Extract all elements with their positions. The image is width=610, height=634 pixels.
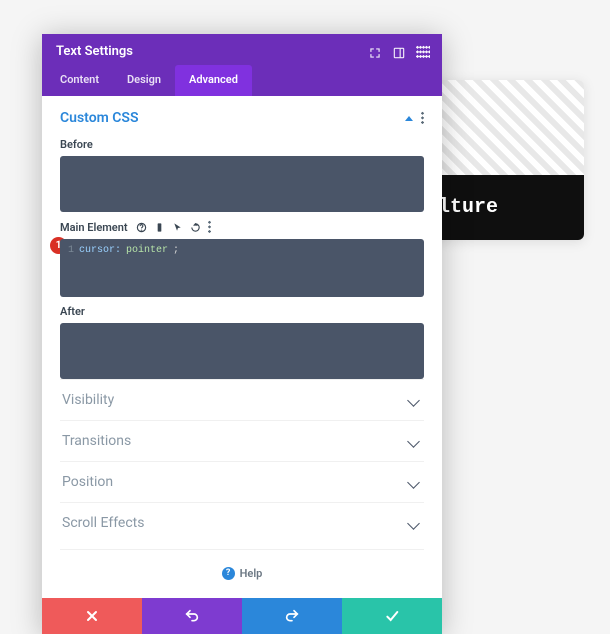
collapse-icon[interactable] [405,116,413,121]
main-label-row: Main Element [60,220,424,234]
help-tooltip-icon[interactable] [136,222,147,233]
before-label: Before [60,138,424,151]
field-more-icon[interactable] [208,220,211,234]
section-visibility[interactable]: Visibility [60,379,424,420]
after-css-input[interactable] [60,323,424,379]
help-row: ? Help [60,549,424,588]
tab-advanced[interactable]: Advanced [175,65,252,96]
reset-icon[interactable] [190,222,201,233]
section-scroll-effects[interactable]: Scroll Effects [60,502,424,543]
after-label: After [60,305,424,318]
main-element-tools [136,220,211,234]
phone-icon[interactable] [154,222,165,233]
cancel-button[interactable] [42,598,142,634]
settings-panel: Text Settings Content Design Advanced Cu… [42,34,442,634]
chevron-down-icon [407,435,420,448]
titlebar-actions [368,45,430,59]
titlebar: Text Settings [42,34,442,65]
section-visibility-title: Visibility [62,392,114,408]
css-terminator: ; [173,245,179,256]
css-property: cursor: [79,245,121,256]
section-actions [405,111,424,125]
tab-content[interactable]: Content [46,65,113,96]
expand-icon[interactable] [368,45,382,59]
section-title[interactable]: Custom CSS [60,110,139,126]
section-scroll-effects-title: Scroll Effects [62,515,144,531]
chevron-down-icon [407,394,420,407]
help-icon: ? [222,567,235,580]
section-header: Custom CSS [60,110,424,126]
main-element-wrapper: 1 1 cursor: pointer; [60,239,424,297]
panel-title: Text Settings [56,44,133,59]
section-position[interactable]: Position [60,461,424,502]
line-number: 1 [68,245,74,256]
section-transitions-title: Transitions [62,433,131,449]
main-css-input[interactable]: 1 cursor: pointer; [60,239,424,297]
redo-button[interactable] [242,598,342,634]
section-position-title: Position [62,474,113,490]
help-link[interactable]: ? Help [222,567,263,580]
before-css-input[interactable] [60,156,424,212]
css-value: pointer [126,245,168,256]
more-icon[interactable] [416,45,430,59]
panel-footer [42,598,442,634]
chevron-down-icon [407,476,420,489]
hover-icon[interactable] [172,222,183,233]
panel-body: Custom CSS Before Main Element 1 1 [42,96,442,598]
save-button[interactable] [342,598,442,634]
tabs: Content Design Advanced [42,65,442,96]
tab-design[interactable]: Design [113,65,175,96]
chevron-down-icon [407,517,420,530]
panel-header: Text Settings Content Design Advanced [42,34,442,96]
section-transitions[interactable]: Transitions [60,420,424,461]
section-more-icon[interactable] [421,111,424,125]
layout-icon[interactable] [392,45,406,59]
main-label: Main Element [60,221,128,234]
code-line: 1 cursor: pointer; [68,245,416,256]
help-text: Help [240,567,263,580]
undo-button[interactable] [142,598,242,634]
